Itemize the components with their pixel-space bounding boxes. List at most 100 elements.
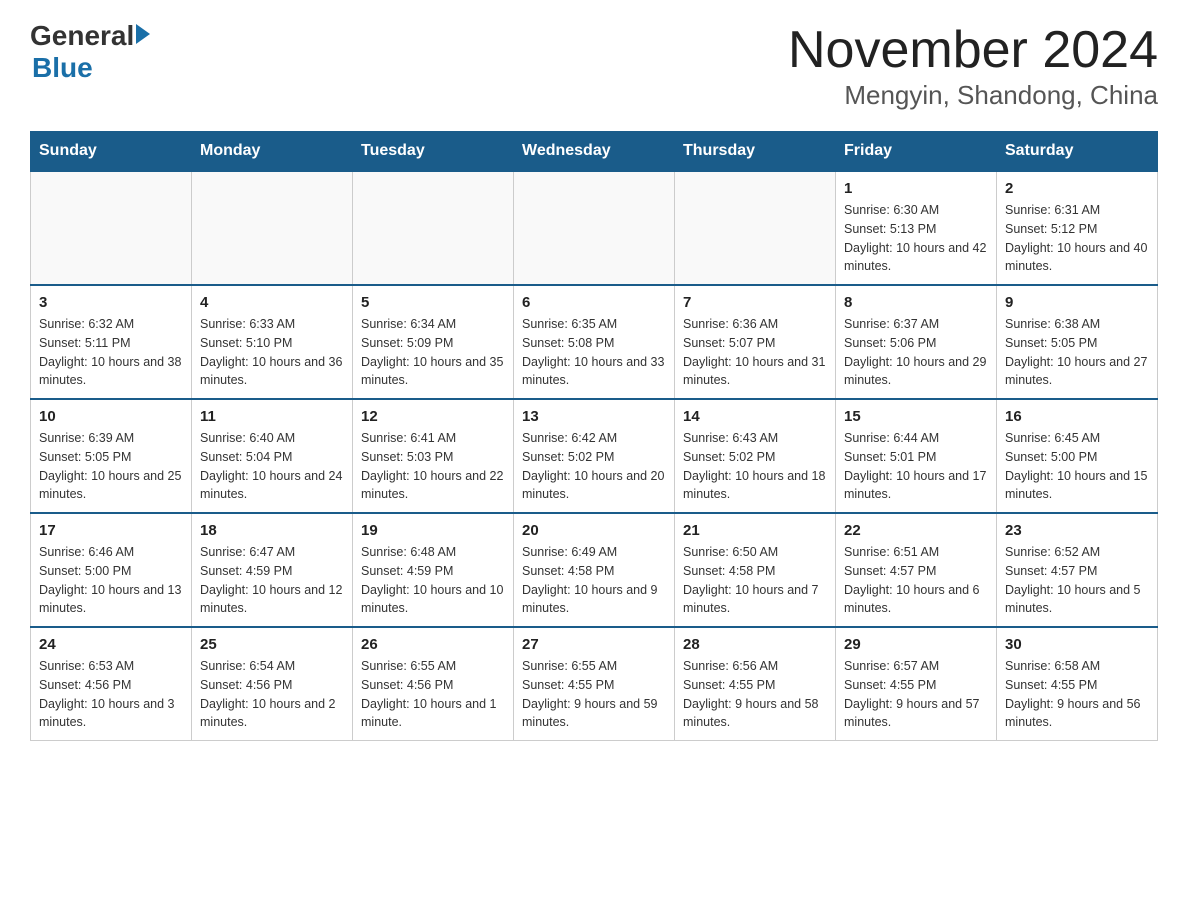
day-number: 15 xyxy=(844,408,988,425)
calendar-cell: 29 Sunrise: 6:57 AM Sunset: 4:55 PM Dayli… xyxy=(836,627,997,741)
day-info: Sunrise: 6:58 AM Sunset: 4:55 PM Dayligh… xyxy=(1005,657,1149,732)
calendar-cell xyxy=(31,171,192,285)
day-info: Sunrise: 6:43 AM Sunset: 5:02 PM Dayligh… xyxy=(683,429,827,504)
day-number: 1 xyxy=(844,180,988,197)
day-number: 29 xyxy=(844,636,988,653)
day-info: Sunrise: 6:30 AM Sunset: 5:13 PM Dayligh… xyxy=(844,201,988,276)
day-number: 20 xyxy=(522,522,666,539)
day-number: 26 xyxy=(361,636,505,653)
day-info: Sunrise: 6:50 AM Sunset: 4:58 PM Dayligh… xyxy=(683,543,827,618)
calendar-cell xyxy=(675,171,836,285)
day-info: Sunrise: 6:35 AM Sunset: 5:08 PM Dayligh… xyxy=(522,315,666,390)
calendar-cell: 25 Sunrise: 6:54 AM Sunset: 4:56 PM Dayli… xyxy=(192,627,353,741)
day-number: 30 xyxy=(1005,636,1149,653)
calendar-cell: 1 Sunrise: 6:30 AM Sunset: 5:13 PM Daylig… xyxy=(836,171,997,285)
day-info: Sunrise: 6:36 AM Sunset: 5:07 PM Dayligh… xyxy=(683,315,827,390)
day-number: 3 xyxy=(39,294,183,311)
calendar-cell: 6 Sunrise: 6:35 AM Sunset: 5:08 PM Daylig… xyxy=(514,285,675,399)
day-of-week-header: Wednesday xyxy=(514,132,675,172)
day-info: Sunrise: 6:37 AM Sunset: 5:06 PM Dayligh… xyxy=(844,315,988,390)
day-number: 27 xyxy=(522,636,666,653)
day-info: Sunrise: 6:42 AM Sunset: 5:02 PM Dayligh… xyxy=(522,429,666,504)
calendar-week-row: 24Sunrise: 6:53 AM Sunset: 4:56 PM Dayli… xyxy=(31,627,1158,741)
day-info: Sunrise: 6:55 AM Sunset: 4:56 PM Dayligh… xyxy=(361,657,505,732)
day-number: 23 xyxy=(1005,522,1149,539)
day-info: Sunrise: 6:39 AM Sunset: 5:05 PM Dayligh… xyxy=(39,429,183,504)
calendar-cell: 9 Sunrise: 6:38 AM Sunset: 5:05 PM Daylig… xyxy=(997,285,1158,399)
day-number: 2 xyxy=(1005,180,1149,197)
calendar-week-row: 1 Sunrise: 6:30 AM Sunset: 5:13 PM Daylig… xyxy=(31,171,1158,285)
day-number: 16 xyxy=(1005,408,1149,425)
day-number: 28 xyxy=(683,636,827,653)
day-number: 14 xyxy=(683,408,827,425)
day-number: 19 xyxy=(361,522,505,539)
calendar-cell: 5 Sunrise: 6:34 AM Sunset: 5:09 PM Daylig… xyxy=(353,285,514,399)
day-info: Sunrise: 6:54 AM Sunset: 4:56 PM Dayligh… xyxy=(200,657,344,732)
calendar-cell: 16 Sunrise: 6:45 AM Sunset: 5:00 PM Dayli… xyxy=(997,399,1158,513)
calendar-cell: 14 Sunrise: 6:43 AM Sunset: 5:02 PM Dayli… xyxy=(675,399,836,513)
logo-general-label: General xyxy=(30,20,134,52)
day-number: 22 xyxy=(844,522,988,539)
day-number: 9 xyxy=(1005,294,1149,311)
header: General Blue November 2024 Mengyin, Shan… xyxy=(30,20,1158,111)
day-info: Sunrise: 6:48 AM Sunset: 4:59 PM Dayligh… xyxy=(361,543,505,618)
day-number: 12 xyxy=(361,408,505,425)
calendar-cell: 7 Sunrise: 6:36 AM Sunset: 5:07 PM Daylig… xyxy=(675,285,836,399)
calendar-cell: 30 Sunrise: 6:58 AM Sunset: 4:55 PM Dayli… xyxy=(997,627,1158,741)
day-info: Sunrise: 6:51 AM Sunset: 4:57 PM Dayligh… xyxy=(844,543,988,618)
day-number: 24 xyxy=(39,636,183,653)
logo-arrow-icon xyxy=(136,24,150,44)
calendar-week-row: 10 Sunrise: 6:39 AM Sunset: 5:05 PM Dayli… xyxy=(31,399,1158,513)
day-info: Sunrise: 6:46 AM Sunset: 5:00 PM Dayligh… xyxy=(39,543,183,618)
calendar-body: 1 Sunrise: 6:30 AM Sunset: 5:13 PM Daylig… xyxy=(31,171,1158,741)
calendar-header: SundayMondayTuesdayWednesdayThursdayFrid… xyxy=(31,132,1158,172)
calendar-cell: 13Sunrise: 6:42 AM Sunset: 5:02 PM Dayli… xyxy=(514,399,675,513)
day-info: Sunrise: 6:47 AM Sunset: 4:59 PM Dayligh… xyxy=(200,543,344,618)
day-of-week-header: Monday xyxy=(192,132,353,172)
day-number: 10 xyxy=(39,408,183,425)
calendar-cell: 3Sunrise: 6:32 AM Sunset: 5:11 PM Daylig… xyxy=(31,285,192,399)
calendar-cell xyxy=(353,171,514,285)
day-number: 6 xyxy=(522,294,666,311)
calendar-cell: 26 Sunrise: 6:55 AM Sunset: 4:56 PM Dayli… xyxy=(353,627,514,741)
day-info: Sunrise: 6:38 AM Sunset: 5:05 PM Dayligh… xyxy=(1005,315,1149,390)
day-info: Sunrise: 6:34 AM Sunset: 5:09 PM Dayligh… xyxy=(361,315,505,390)
logo-blue-label: Blue xyxy=(32,52,93,84)
day-info: Sunrise: 6:45 AM Sunset: 5:00 PM Dayligh… xyxy=(1005,429,1149,504)
calendar-cell: 2Sunrise: 6:31 AM Sunset: 5:12 PM Daylig… xyxy=(997,171,1158,285)
calendar-cell: 23 Sunrise: 6:52 AM Sunset: 4:57 PM Dayli… xyxy=(997,513,1158,627)
day-header-row: SundayMondayTuesdayWednesdayThursdayFrid… xyxy=(31,132,1158,172)
day-info: Sunrise: 6:57 AM Sunset: 4:55 PM Dayligh… xyxy=(844,657,988,732)
calendar-cell: 12Sunrise: 6:41 AM Sunset: 5:03 PM Dayli… xyxy=(353,399,514,513)
calendar-cell: 22 Sunrise: 6:51 AM Sunset: 4:57 PM Dayli… xyxy=(836,513,997,627)
calendar-cell: 15Sunrise: 6:44 AM Sunset: 5:01 PM Dayli… xyxy=(836,399,997,513)
calendar-cell: 17 Sunrise: 6:46 AM Sunset: 5:00 PM Dayli… xyxy=(31,513,192,627)
day-of-week-header: Thursday xyxy=(675,132,836,172)
calendar-cell xyxy=(192,171,353,285)
day-number: 5 xyxy=(361,294,505,311)
day-of-week-header: Saturday xyxy=(997,132,1158,172)
day-number: 7 xyxy=(683,294,827,311)
day-number: 18 xyxy=(200,522,344,539)
calendar-cell: 8 Sunrise: 6:37 AM Sunset: 5:06 PM Daylig… xyxy=(836,285,997,399)
calendar-cell: 4Sunrise: 6:33 AM Sunset: 5:10 PM Daylig… xyxy=(192,285,353,399)
day-number: 8 xyxy=(844,294,988,311)
calendar-cell: 21Sunrise: 6:50 AM Sunset: 4:58 PM Dayli… xyxy=(675,513,836,627)
calendar-cell: 20 Sunrise: 6:49 AM Sunset: 4:58 PM Dayli… xyxy=(514,513,675,627)
day-number: 25 xyxy=(200,636,344,653)
calendar-cell: 11Sunrise: 6:40 AM Sunset: 5:04 PM Dayli… xyxy=(192,399,353,513)
day-of-week-header: Tuesday xyxy=(353,132,514,172)
calendar-cell: 27 Sunrise: 6:55 AM Sunset: 4:55 PM Dayli… xyxy=(514,627,675,741)
calendar-cell: 18 Sunrise: 6:47 AM Sunset: 4:59 PM Dayli… xyxy=(192,513,353,627)
calendar-cell: 19 Sunrise: 6:48 AM Sunset: 4:59 PM Dayli… xyxy=(353,513,514,627)
day-info: Sunrise: 6:40 AM Sunset: 5:04 PM Dayligh… xyxy=(200,429,344,504)
day-info: Sunrise: 6:52 AM Sunset: 4:57 PM Dayligh… xyxy=(1005,543,1149,618)
day-info: Sunrise: 6:55 AM Sunset: 4:55 PM Dayligh… xyxy=(522,657,666,732)
calendar-table: SundayMondayTuesdayWednesdayThursdayFrid… xyxy=(30,131,1158,741)
title-area: November 2024 Mengyin, Shandong, China xyxy=(788,20,1158,111)
logo-general-text: General xyxy=(30,20,150,52)
day-info: Sunrise: 6:49 AM Sunset: 4:58 PM Dayligh… xyxy=(522,543,666,618)
calendar-cell: 28Sunrise: 6:56 AM Sunset: 4:55 PM Dayli… xyxy=(675,627,836,741)
day-number: 17 xyxy=(39,522,183,539)
calendar-week-row: 17 Sunrise: 6:46 AM Sunset: 5:00 PM Dayli… xyxy=(31,513,1158,627)
